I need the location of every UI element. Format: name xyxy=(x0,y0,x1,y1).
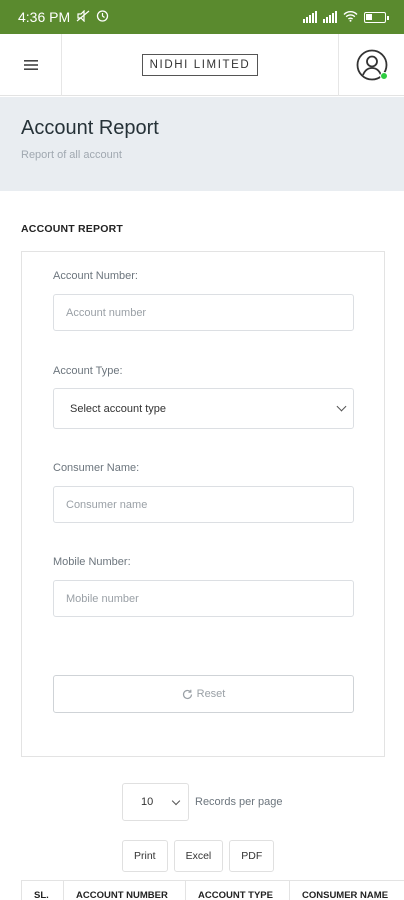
signal-icon xyxy=(303,11,317,23)
chevron-down-icon xyxy=(171,796,181,806)
signal-icon xyxy=(323,11,337,23)
account-type-select[interactable]: Select account type xyxy=(53,388,354,429)
consumer-name-input[interactable]: Consumer name xyxy=(53,486,354,523)
column-header-account-number[interactable]: ACCOUNT NUMBER xyxy=(63,881,185,900)
filter-card: Account Number: Account number Account T… xyxy=(21,251,385,757)
mute-icon xyxy=(76,9,90,25)
column-header-account-type[interactable]: ACCOUNT TYPE xyxy=(185,881,289,900)
page-title: Account Report xyxy=(21,117,159,139)
records-per-page-select[interactable]: 10 xyxy=(122,783,189,821)
records-per-page: 10 Records per page xyxy=(122,783,282,821)
app-header: NIDHI LIMITED xyxy=(0,33,404,96)
account-type-label: Account Type: xyxy=(53,365,123,377)
wifi-icon xyxy=(343,9,358,25)
refresh-icon xyxy=(182,689,192,699)
page-subtitle: Report of all account xyxy=(21,149,122,161)
reset-button[interactable]: Reset xyxy=(53,675,354,713)
table-header: SL. ACCOUNT NUMBER ACCOUNT TYPE CONSUMER… xyxy=(21,880,404,900)
status-time: 4:36 PM xyxy=(18,9,71,25)
alarm-icon xyxy=(96,9,109,25)
records-value: 10 xyxy=(141,796,154,808)
reset-label: Reset xyxy=(196,688,226,700)
account-number-label: Account Number: xyxy=(53,270,138,282)
section-title: ACCOUNT REPORT xyxy=(21,223,123,235)
brand-logo[interactable]: NIDHI LIMITED xyxy=(141,53,259,76)
pdf-button[interactable]: PDF xyxy=(229,840,275,872)
records-label: Records per page xyxy=(195,796,283,808)
print-button[interactable]: Print xyxy=(122,840,168,872)
chevron-down-icon xyxy=(336,401,347,412)
hamburger-icon[interactable] xyxy=(0,33,62,96)
account-type-value: Select account type xyxy=(70,402,167,415)
export-buttons: Print Excel PDF xyxy=(122,840,275,872)
consumer-name-label: Consumer Name: xyxy=(53,462,140,474)
status-bar: 4:36 PM xyxy=(0,0,404,34)
online-status-dot xyxy=(380,71,388,80)
user-profile-button[interactable] xyxy=(338,33,404,96)
mobile-number-input[interactable]: Mobile number xyxy=(53,580,354,617)
mobile-number-label: Mobile Number: xyxy=(53,556,131,568)
page-header: Account Report Report of all account xyxy=(0,97,404,191)
battery-icon xyxy=(364,11,389,23)
account-number-input[interactable]: Account number xyxy=(53,294,354,331)
column-header-sl[interactable]: SL. xyxy=(21,881,63,900)
column-header-consumer-name[interactable]: CONSUMER NAME xyxy=(289,881,404,900)
excel-button[interactable]: Excel xyxy=(173,840,224,872)
